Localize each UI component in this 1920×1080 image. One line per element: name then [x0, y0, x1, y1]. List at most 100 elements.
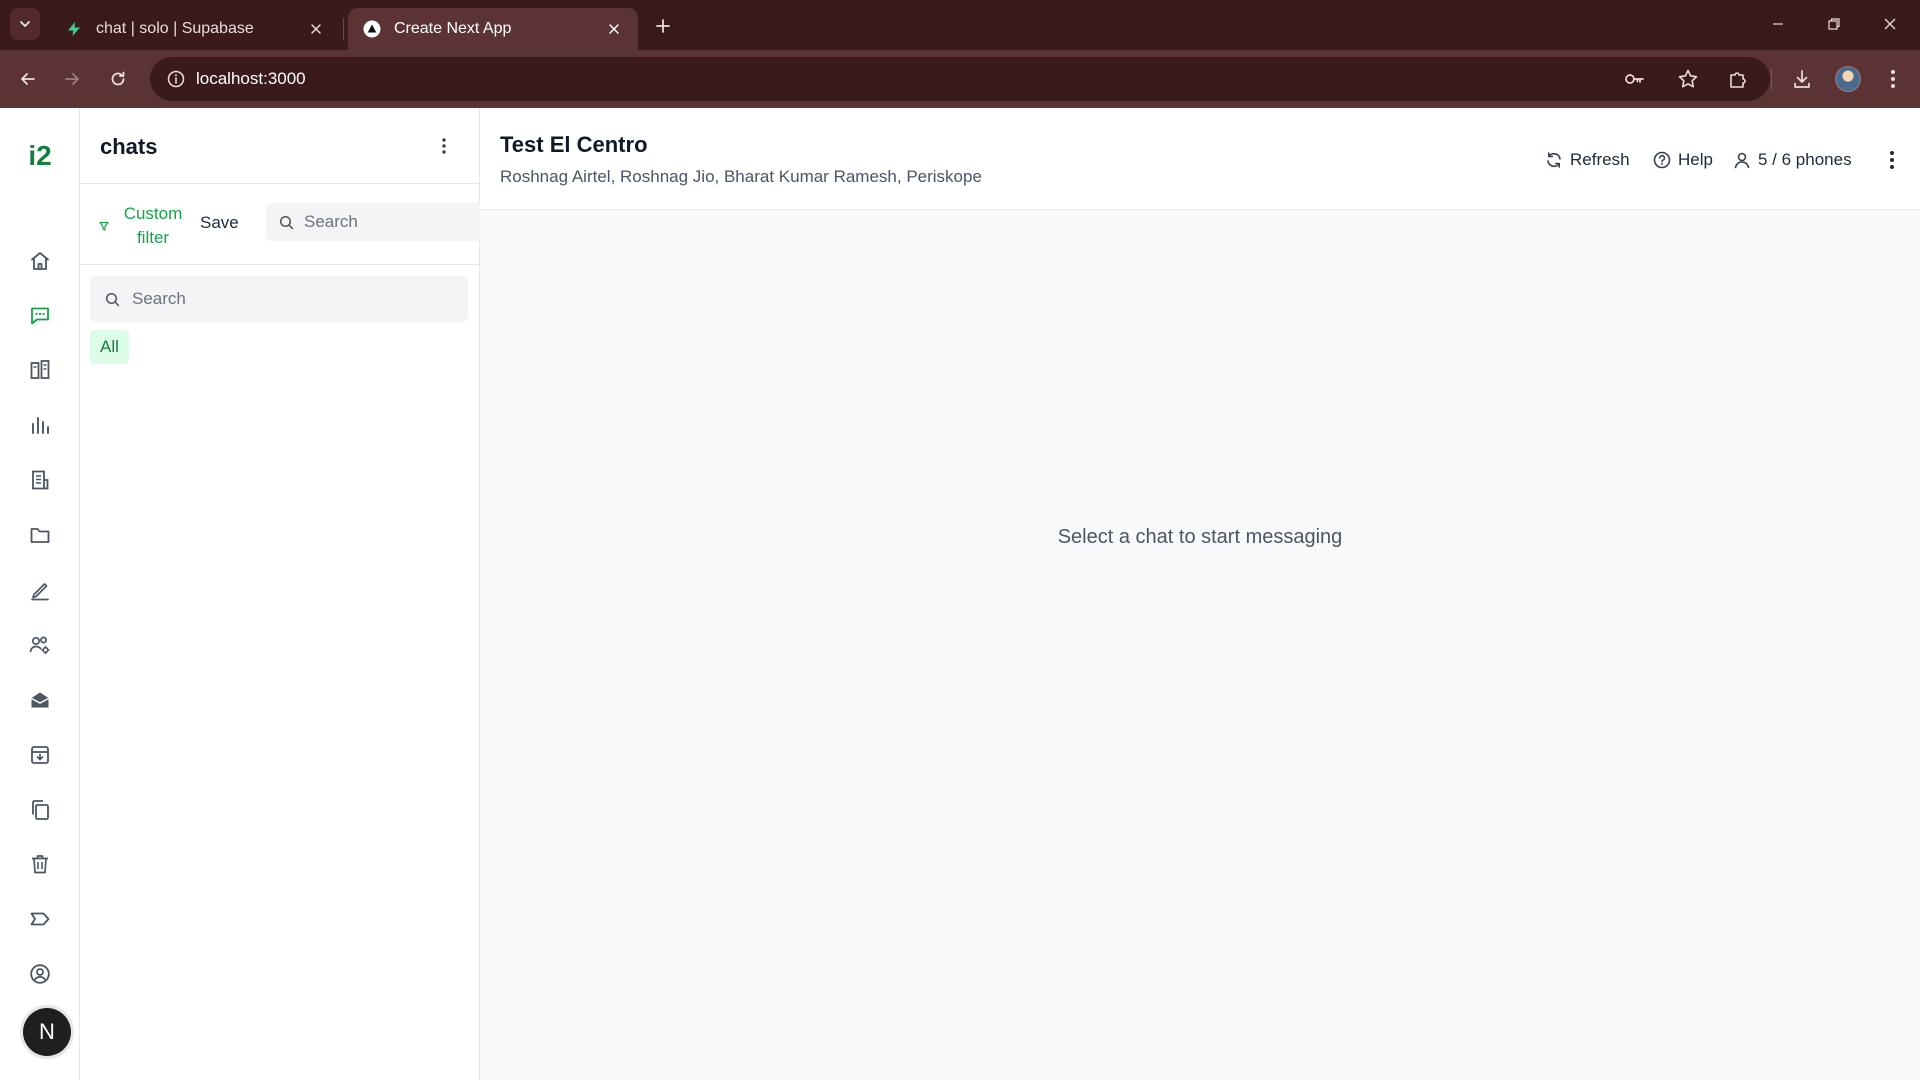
browser-tab-strip: chat | solo | Supabase Create Next App [0, 0, 1920, 50]
conversation-title: Test El Centro [500, 132, 648, 157]
columns-icon [28, 358, 52, 382]
arrow-right-icon [62, 69, 82, 89]
profile-button[interactable] [1832, 63, 1864, 95]
mail-icon [28, 688, 52, 712]
bookmark-star-icon[interactable] [1676, 67, 1700, 91]
kebab-menu-icon [1889, 150, 1895, 170]
sidebar-item-home[interactable] [24, 245, 56, 277]
new-tab-button[interactable] [650, 13, 676, 39]
refresh-icon [1544, 150, 1564, 170]
search-icon [278, 214, 294, 230]
archive-icon [28, 743, 52, 767]
close-icon[interactable] [604, 19, 624, 39]
supabase-bolt-icon [64, 19, 84, 39]
pen-icon [28, 578, 52, 602]
sidebar-item-templates[interactable] [24, 794, 56, 826]
tab-title: chat | solo | Supabase [96, 20, 254, 37]
sidebar-item-inbox[interactable] [24, 684, 56, 716]
help-label: Help [1678, 150, 1713, 169]
downloads-button[interactable] [1786, 63, 1818, 95]
minimize-button[interactable] [1758, 8, 1798, 40]
help-icon [1652, 150, 1672, 170]
back-button[interactable] [12, 63, 44, 95]
sidebar-item-board[interactable] [24, 354, 56, 386]
address-bar[interactable]: localhost:3000 [150, 57, 1770, 101]
sidebar-item-chats[interactable] [24, 300, 56, 332]
user-avatar[interactable]: N [23, 1008, 71, 1056]
users-settings-icon [28, 633, 52, 657]
trash-icon [28, 852, 52, 876]
site-info-icon[interactable] [164, 67, 188, 91]
filter-search-input[interactable] [304, 212, 474, 232]
refresh-button[interactable]: Refresh [1544, 148, 1630, 172]
reload-button[interactable] [102, 63, 134, 95]
browser-tab-next-app[interactable]: Create Next App [348, 8, 638, 50]
sidebar-rail: i2 N [0, 108, 80, 1080]
filter-chip-all[interactable]: All [90, 330, 129, 364]
password-key-icon[interactable] [1622, 67, 1646, 91]
chat-list-menu-button[interactable] [432, 134, 456, 158]
chat-search-box[interactable] [90, 276, 468, 322]
sidebar-item-files[interactable] [24, 519, 56, 551]
tab-separator [343, 18, 344, 40]
help-button[interactable]: Help [1652, 148, 1713, 172]
conversation-menu-button[interactable] [1880, 148, 1904, 172]
kebab-menu-icon [1890, 69, 1896, 89]
conversation-header: Test El Centro Roshnag Airtel, Roshnag J… [480, 108, 1920, 210]
save-filter-button[interactable]: Save [200, 213, 239, 233]
phones-button[interactable]: 5 / 6 phones [1732, 148, 1852, 172]
sidebar-item-notes[interactable] [24, 574, 56, 606]
chat-icon [28, 304, 52, 328]
download-icon [1791, 68, 1813, 90]
custom-filter-button[interactable]: Custom filter [96, 201, 192, 251]
forward-button[interactable] [56, 63, 88, 95]
kebab-menu-icon [441, 137, 447, 155]
sidebar-item-team[interactable] [24, 629, 56, 661]
puzzle-icon [1727, 68, 1749, 90]
filter-search-box[interactable] [266, 203, 480, 241]
chevron-down-icon [18, 17, 32, 31]
conversation-panel: Test El Centro Roshnag Airtel, Roshnag J… [480, 108, 1920, 1080]
bar-chart-icon [28, 413, 52, 437]
search-icon [104, 291, 120, 307]
home-icon [28, 249, 52, 273]
chat-list-header: chats [80, 108, 480, 184]
list-doc-icon [28, 468, 52, 492]
refresh-label: Refresh [1570, 150, 1630, 169]
app-root: i2 N chats Custom filter Save Search Sea… [0, 108, 1920, 1080]
url-text[interactable]: localhost:3000 [196, 69, 306, 89]
sidebar-item-archive[interactable] [24, 739, 56, 771]
extensions-button[interactable] [1722, 63, 1754, 95]
chat-list-title: chats [100, 134, 158, 159]
filter-bar: Custom filter Save [80, 185, 480, 265]
restore-icon [1827, 17, 1841, 31]
phones-count: 5 / 6 phones [1758, 150, 1852, 169]
sidebar-item-reports[interactable] [24, 464, 56, 496]
chat-search-input[interactable] [132, 289, 452, 309]
browser-tab-supabase[interactable]: chat | solo | Supabase [50, 8, 340, 50]
reload-icon [108, 69, 128, 89]
tab-search-button[interactable] [10, 8, 40, 40]
user-icon [1732, 150, 1752, 170]
close-window-button[interactable] [1870, 8, 1910, 40]
minimize-icon [1771, 17, 1785, 31]
conversation-members: Roshnag Airtel, Roshnag Jio, Bharat Kuma… [500, 167, 982, 186]
sidebar-item-trash[interactable] [24, 848, 56, 880]
app-logo[interactable]: i2 [0, 140, 80, 172]
browser-menu-button[interactable] [1877, 63, 1909, 95]
profile-avatar [1835, 66, 1861, 92]
close-icon[interactable] [306, 19, 326, 39]
nextjs-triangle-icon [362, 19, 382, 39]
custom-filter-label: Custom filter [123, 204, 183, 247]
toolbar-separator [1771, 68, 1772, 90]
plus-icon [655, 18, 671, 34]
arrow-left-icon [18, 69, 38, 89]
sidebar-item-profile[interactable] [24, 958, 56, 990]
restore-button[interactable] [1814, 8, 1854, 40]
sidebar-item-analytics[interactable] [24, 409, 56, 441]
copy-icon [28, 798, 52, 822]
tab-title: Create Next App [394, 20, 512, 37]
empty-state-message: Select a chat to start messaging [1057, 526, 1343, 548]
chat-list-panel: chats Custom filter Save Search Search A… [80, 108, 480, 1080]
sidebar-item-labels[interactable] [24, 903, 56, 935]
